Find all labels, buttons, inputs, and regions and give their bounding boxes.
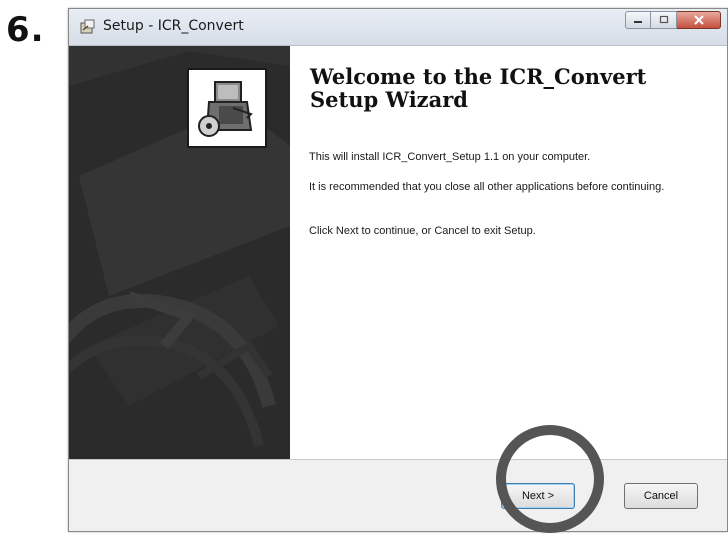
setup-window: Setup - ICR_Convert Welcome to the ICR_C…	[68, 8, 728, 532]
instructions-text: Click Next to continue, or Cancel to exi…	[309, 225, 536, 237]
wizard-footer: Next > Cancel	[69, 459, 727, 531]
computer-install-icon	[187, 68, 267, 148]
maximize-icon	[651, 12, 676, 28]
close-button[interactable]	[677, 11, 721, 29]
next-highlight-ring	[496, 425, 604, 533]
window-title: Setup - ICR_Convert	[103, 18, 244, 34]
title-bar: Setup - ICR_Convert	[69, 9, 727, 46]
install-info-text: This will install ICR_Convert_Setup 1.1 …	[309, 151, 591, 163]
wizard-main-panel: Welcome to the ICR_Convert Setup Wizard …	[290, 46, 727, 459]
step-number: 6.	[6, 10, 45, 50]
wizard-content: Welcome to the ICR_Convert Setup Wizard …	[69, 46, 727, 459]
close-icon	[677, 12, 720, 28]
wizard-side-banner	[69, 46, 290, 459]
cancel-button[interactable]: Cancel	[624, 483, 698, 509]
maximize-button[interactable]	[651, 11, 677, 29]
minimize-icon	[626, 12, 650, 28]
setup-icon	[80, 19, 95, 34]
wizard-title: Welcome to the ICR_Convert Setup Wizard	[310, 64, 647, 112]
window-controls	[625, 11, 721, 31]
close-apps-text: It is recommended that you close all oth…	[309, 181, 665, 193]
minimize-button[interactable]	[625, 11, 651, 29]
